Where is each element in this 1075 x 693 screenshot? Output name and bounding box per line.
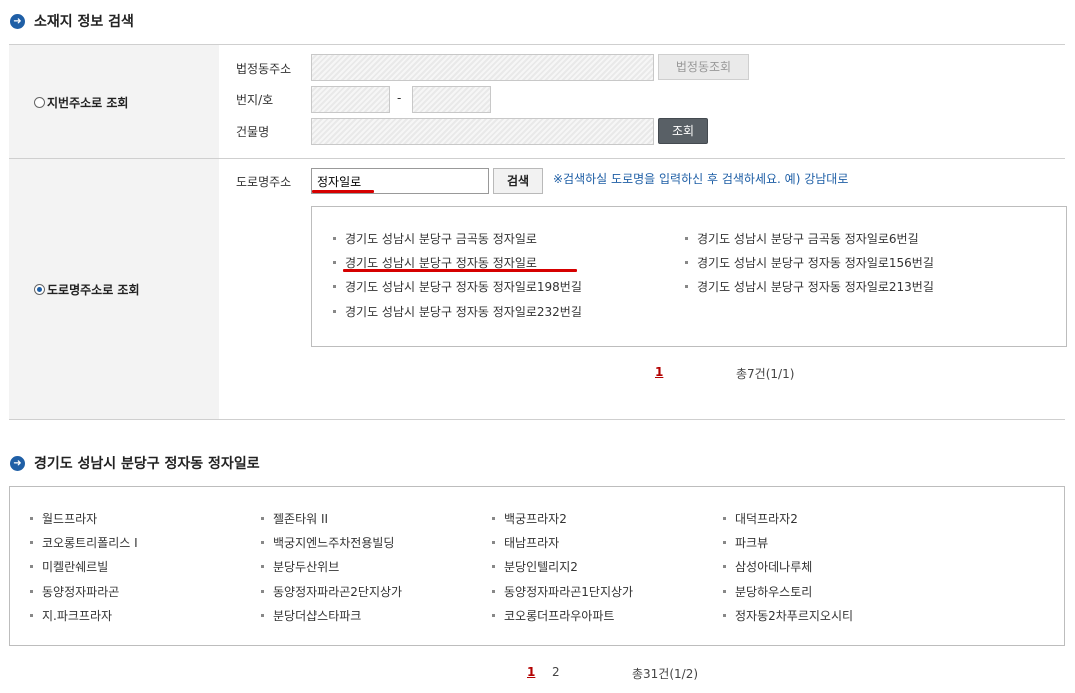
bullet-icon	[492, 565, 495, 568]
building-item[interactable]: 지.파크프라자	[30, 607, 112, 624]
highlight-underline	[343, 269, 577, 272]
page-total: 총7건(1/1)	[736, 367, 795, 381]
building-item[interactable]: 코오롱더프라우아파트	[492, 607, 614, 624]
lot-number-label: 번지/호	[236, 93, 274, 107]
road-result-item[interactable]: 경기도 성남시 분당구 정자동 정자일로232번길	[333, 303, 582, 320]
bullet-icon	[723, 517, 726, 520]
road-result-item[interactable]: 경기도 성남시 분당구 정자동 정자일로198번길	[333, 278, 582, 295]
bullet-icon	[685, 237, 688, 240]
legal-dong-label: 법정동주소	[236, 62, 292, 76]
section-title-location-search: ➜ 소재지 정보 검색	[10, 11, 134, 31]
building-item[interactable]: 백궁지엔느주차전용빌딩	[261, 534, 394, 551]
building-name-field	[311, 118, 654, 145]
circle-arrow-right-icon: ➜	[10, 13, 25, 29]
bullet-icon	[723, 614, 726, 617]
building-item[interactable]: 분당두산위브	[261, 558, 339, 575]
bullet-icon	[30, 614, 33, 617]
bullet-icon	[333, 237, 336, 240]
building-item[interactable]: 코오롱트리폴리스 I	[30, 534, 138, 551]
bullet-icon	[261, 614, 264, 617]
building-item[interactable]: 삼성아데나루체	[723, 558, 812, 575]
building-item[interactable]: 분당더샵스타파크	[261, 607, 361, 624]
bullet-icon	[492, 541, 495, 544]
building-item[interactable]: 대덕프라자2	[723, 510, 798, 527]
section-title-road-buildings: ➜ 경기도 성남시 분당구 정자동 정자일로	[10, 453, 260, 473]
page-link-current[interactable]: 1	[655, 365, 663, 379]
bullet-icon	[333, 261, 336, 264]
legal-dong-search-button[interactable]: 법정동조회	[658, 54, 749, 80]
radio-circle[interactable]	[34, 97, 45, 108]
lot-search-button[interactable]: 조회	[658, 118, 708, 144]
page-link[interactable]: 2	[552, 665, 560, 679]
road-result-item[interactable]: 경기도 성남시 분당구 금곡동 정자일로6번길	[685, 230, 919, 247]
divider	[9, 419, 1065, 420]
bullet-icon	[261, 565, 264, 568]
lot-address-radio[interactable]: 지번주소로 조회	[34, 94, 128, 111]
building-item[interactable]: 파크뷰	[723, 534, 768, 551]
bullet-icon	[723, 590, 726, 593]
building-item[interactable]: 동양정자파라곤2단지상가	[261, 583, 402, 600]
bullet-icon	[30, 590, 33, 593]
road-results-box	[311, 206, 1067, 347]
building-name-label: 건물명	[236, 125, 270, 139]
building-item[interactable]: 태남프라자	[492, 534, 559, 551]
search-hint: ※검색하실 도로명을 입력하신 후 검색하세요. 예) 강남대로	[553, 172, 849, 186]
legal-dong-field	[311, 54, 654, 81]
bullet-icon	[30, 541, 33, 544]
section-title-text: 소재지 정보 검색	[34, 14, 134, 30]
page-link-current[interactable]: 1	[527, 665, 535, 679]
road-result-item[interactable]: 경기도 성남시 분당구 정자동 정자일로156번길	[685, 254, 934, 271]
building-item[interactable]: 미켈란쉐르빌	[30, 558, 108, 575]
radio-circle-selected[interactable]	[34, 284, 45, 295]
lot-sub-number-field	[412, 86, 491, 113]
building-item[interactable]: 분당하우스토리	[723, 583, 812, 600]
road-address-label: 도로명주소	[236, 175, 292, 189]
divider	[9, 158, 1065, 159]
bullet-icon	[261, 517, 264, 520]
building-item[interactable]: 동양정자파라곤	[30, 583, 119, 600]
building-item[interactable]: 정자동2차푸르지오시티	[723, 607, 853, 624]
bullet-icon	[723, 565, 726, 568]
bullet-icon	[492, 590, 495, 593]
bullet-icon	[30, 565, 33, 568]
bullet-icon	[492, 517, 495, 520]
page-total: 총31건(1/2)	[632, 667, 699, 681]
building-item[interactable]: 백궁프라자2	[492, 510, 567, 527]
section-title-text: 경기도 성남시 분당구 정자동 정자일로	[34, 456, 260, 472]
bullet-icon	[685, 261, 688, 264]
bullet-icon	[30, 517, 33, 520]
building-item[interactable]: 동양정자파라곤1단지상가	[492, 583, 633, 600]
circle-arrow-right-icon: ➜	[10, 455, 25, 471]
bullet-icon	[261, 590, 264, 593]
bullet-icon	[333, 285, 336, 288]
bullet-icon	[723, 541, 726, 544]
lot-number-separator: -	[397, 91, 402, 105]
lot-main-number-field	[311, 86, 390, 113]
highlight-underline	[312, 190, 374, 193]
road-address-radio-label: 도로명주소로 조회	[47, 283, 140, 297]
bullet-icon	[492, 614, 495, 617]
building-item[interactable]: 분당인텔리지2	[492, 558, 578, 575]
bullet-icon	[685, 285, 688, 288]
road-address-radio[interactable]: 도로명주소로 조회	[34, 281, 140, 298]
road-result-item[interactable]: 경기도 성남시 분당구 금곡동 정자일로	[333, 230, 537, 247]
lot-address-radio-label: 지번주소로 조회	[47, 96, 129, 110]
road-result-item[interactable]: 경기도 성남시 분당구 정자동 정자일로213번길	[685, 278, 934, 295]
bullet-icon	[261, 541, 264, 544]
building-item[interactable]: 월드프라자	[30, 510, 97, 527]
road-search-button[interactable]: 검색	[493, 168, 543, 194]
building-item[interactable]: 젤존타워 II	[261, 510, 328, 527]
bullet-icon	[333, 310, 336, 313]
